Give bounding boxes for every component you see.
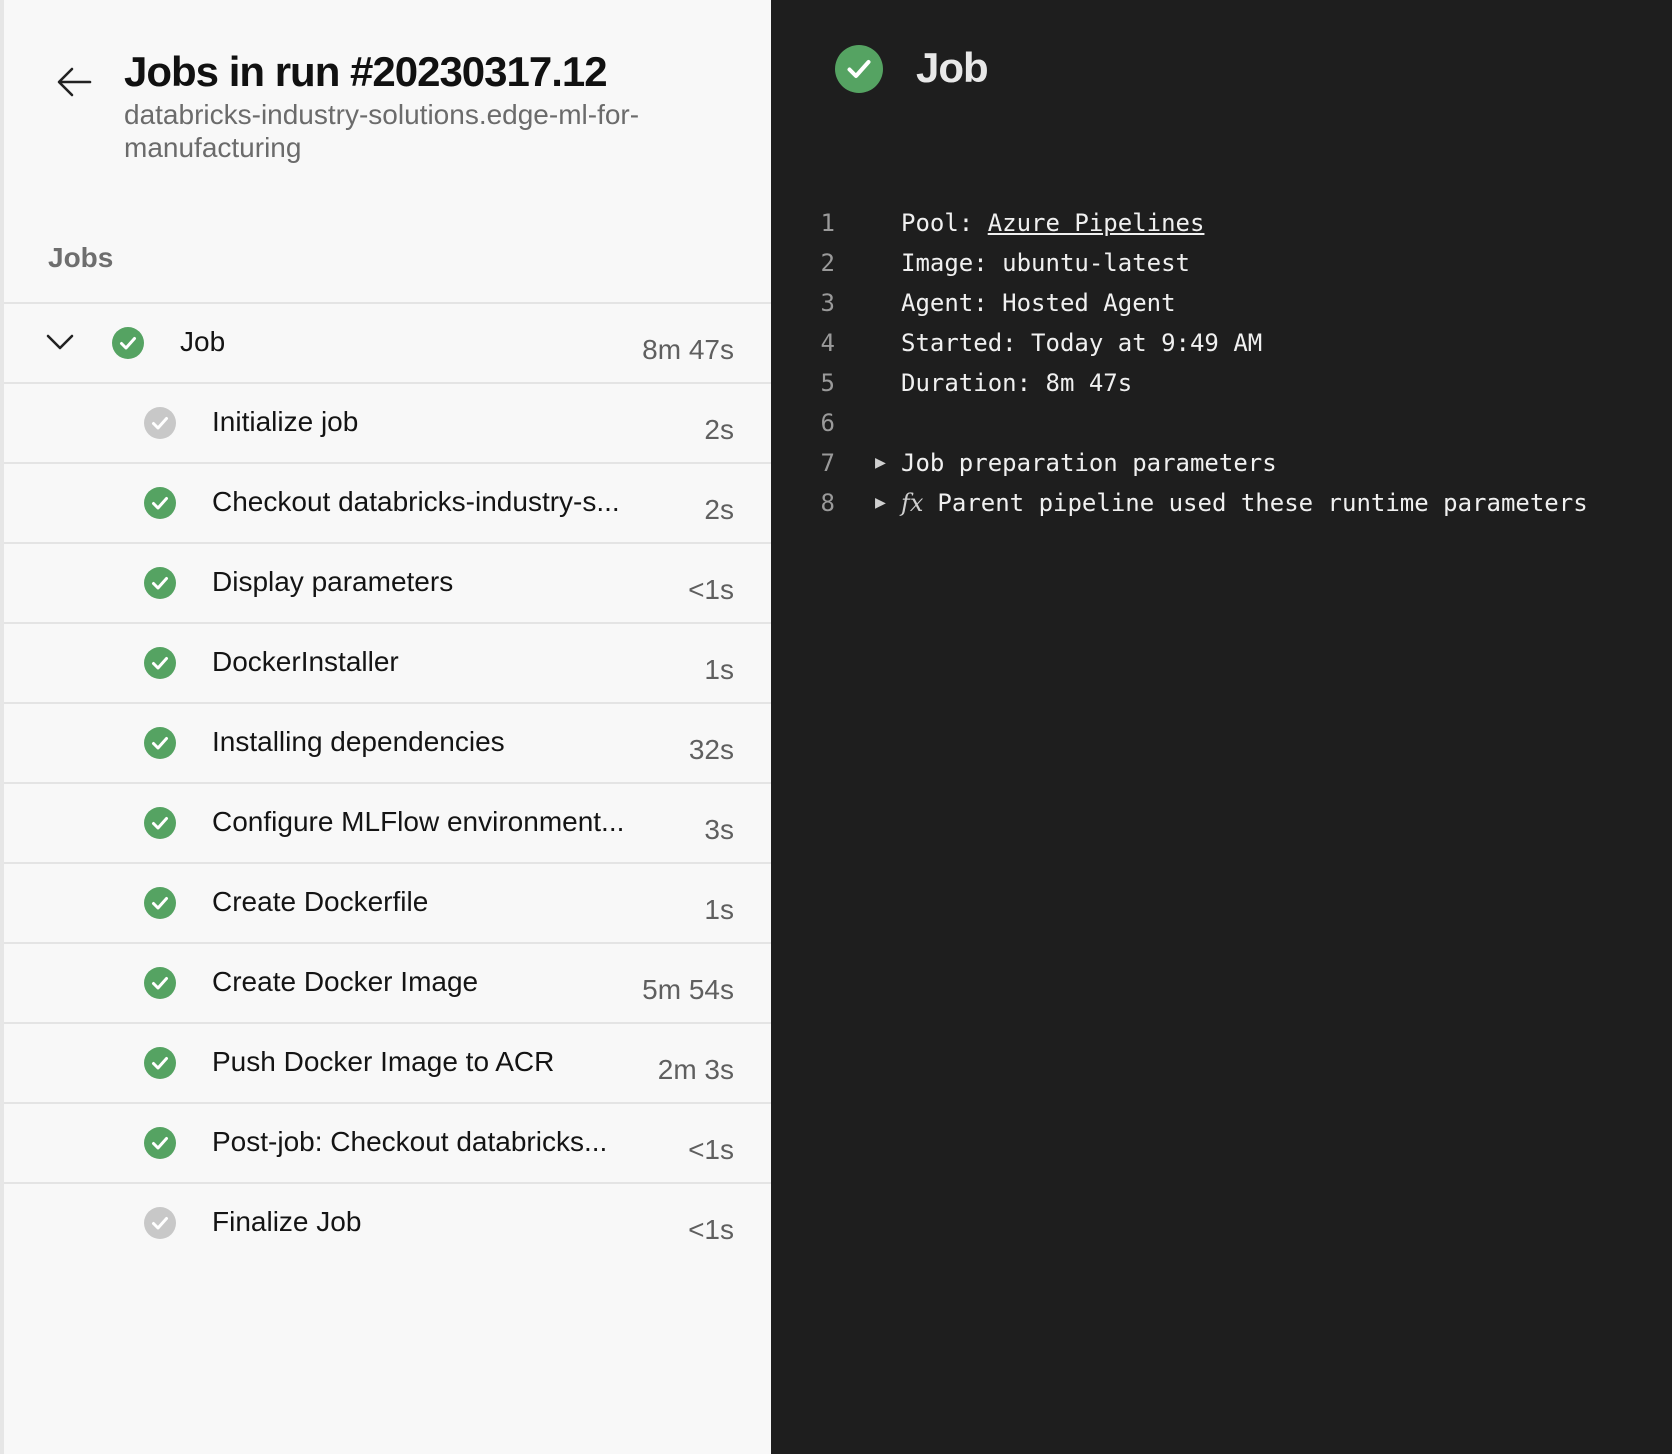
step-duration: 5m 54s	[642, 974, 734, 1005]
line-number: 2	[820, 249, 835, 277]
step-row[interactable]: Push Docker Image to ACR 2m 3s	[4, 1022, 771, 1102]
step-duration: 32s	[688, 734, 734, 765]
step-duration: 1s	[704, 894, 734, 925]
log-line[interactable]: 8 ▶ fx Parent pipeline used these runtime p…	[771, 483, 1672, 523]
step-row[interactable]: Installing dependencies 32s	[4, 702, 771, 782]
step-duration: <1s	[688, 574, 734, 605]
pipeline-name: databricks-industry-solutions.edge-ml-fo…	[124, 99, 640, 163]
back-button[interactable]	[54, 62, 94, 102]
step-label: Push Docker Image to ACR	[212, 1046, 555, 1077]
step-duration: 1s	[704, 654, 734, 685]
step-duration: <1s	[688, 1134, 734, 1165]
step-label: Create Dockerfile	[212, 886, 429, 917]
log-output: 1 Pool: Azure Pipelines 2 Image: ubuntu-lat…	[771, 203, 1672, 523]
jobs-panel: Jobs in run #20230317.12 databricks-indu…	[0, 0, 771, 1454]
log-text: Started: Today at 9:49 AM	[901, 323, 1262, 363]
step-row[interactable]: Post-job: Checkout databricks... <1s	[4, 1102, 771, 1182]
triangle-right-icon[interactable]: ▶	[875, 443, 886, 483]
check-circle-gray-icon	[144, 407, 176, 439]
job-row[interactable]: Job 8m 47s	[4, 302, 771, 382]
check-circle-icon	[144, 807, 176, 839]
log-text: Image: ubuntu-latest	[901, 243, 1190, 283]
fx-icon: fx	[901, 489, 924, 517]
step-label: Checkout databricks-industry-s...	[212, 486, 620, 517]
log-line: 1 Pool: Azure Pipelines	[771, 203, 1672, 243]
step-row[interactable]: Initialize job 2s	[4, 382, 771, 462]
check-circle-icon	[144, 887, 176, 919]
step-label: Installing dependencies	[212, 726, 505, 757]
log-content: Duration: 8m 47s	[901, 369, 1133, 397]
step-row[interactable]: DockerInstaller 1s	[4, 622, 771, 702]
page-title: Jobs in run #20230317.12	[124, 48, 608, 95]
detail-title: Job	[916, 44, 989, 91]
step-label: Finalize Job	[212, 1206, 362, 1237]
step-label: Configure MLFlow environment...	[212, 806, 625, 837]
step-duration: 2s	[704, 494, 734, 525]
check-circle-icon	[144, 1047, 176, 1079]
check-circle-icon	[112, 327, 144, 359]
line-number: 4	[820, 329, 835, 357]
check-circle-icon	[144, 1127, 176, 1159]
arrow-left-icon	[57, 67, 92, 97]
check-circle-icon	[144, 487, 176, 519]
step-row[interactable]: Create Dockerfile 1s	[4, 862, 771, 942]
check-circle-icon	[144, 967, 176, 999]
step-label: Create Docker Image	[212, 966, 479, 997]
line-number: 6	[820, 409, 835, 437]
line-number: 5	[820, 369, 835, 397]
log-line: 5 Duration: 8m 47s	[771, 363, 1672, 403]
log-text: fx Parent pipeline used these runtime par…	[901, 483, 1588, 523]
step-row[interactable]: Finalize Job <1s	[4, 1182, 771, 1262]
jobs-section-label: Jobs	[48, 242, 114, 273]
step-row[interactable]: Create Docker Image 5m 54s	[4, 942, 771, 1022]
log-text: Duration: 8m 47s	[901, 363, 1132, 403]
log-content: Parent pipeline used these runtime param…	[937, 489, 1588, 517]
log-line: 6	[771, 403, 1672, 443]
step-row[interactable]: Configure MLFlow environment... 3s	[4, 782, 771, 862]
check-circle-icon	[144, 647, 176, 679]
step-row[interactable]: Checkout databricks-industry-s... 2s	[4, 462, 771, 542]
log-text: Pool: Azure Pipelines	[901, 203, 1204, 243]
line-number: 3	[820, 289, 835, 317]
log-content: Image: ubuntu-latest	[901, 249, 1190, 277]
chevron-down-icon[interactable]	[44, 326, 76, 358]
jobs-list: Job 8m 47s Initialize job 2s Checkout dat…	[4, 302, 771, 1262]
line-number: 8	[820, 489, 835, 517]
line-number: 1	[820, 209, 835, 237]
step-label: Initialize job	[212, 406, 359, 437]
pool-link[interactable]: Azure Pipelines	[988, 209, 1205, 237]
step-label: DockerInstaller	[212, 646, 399, 677]
check-circle-icon	[144, 567, 176, 599]
step-duration: 2s	[704, 414, 734, 445]
log-prefix: Pool:	[901, 209, 988, 237]
log-content: Agent: Hosted Agent	[901, 289, 1176, 317]
step-duration: 2m 3s	[657, 1054, 734, 1085]
log-text: Agent: Hosted Agent	[901, 283, 1176, 323]
step-duration: 3s	[704, 814, 734, 845]
job-name: Job	[180, 326, 226, 357]
check-circle-icon	[835, 45, 883, 93]
log-line: 2 Image: ubuntu-latest	[771, 243, 1672, 283]
line-number: 7	[820, 449, 835, 477]
log-line: 4 Started: Today at 9:49 AM	[771, 323, 1672, 363]
job-detail-panel: Job 1 Pool: Azure Pipelines 2 Image: ubuntu…	[771, 0, 1672, 1454]
step-duration: <1s	[688, 1214, 734, 1245]
triangle-right-icon[interactable]: ▶	[875, 483, 886, 523]
step-label: Display parameters	[212, 566, 454, 597]
step-row[interactable]: Display parameters <1s	[4, 542, 771, 622]
job-duration: 8m 47s	[642, 334, 734, 365]
log-content: Job preparation parameters	[901, 449, 1277, 477]
log-content: Started: Today at 9:49 AM	[901, 329, 1263, 357]
log-line: 3 Agent: Hosted Agent	[771, 283, 1672, 323]
step-label: Post-job: Checkout databricks...	[212, 1126, 608, 1157]
check-circle-gray-icon	[144, 1207, 176, 1239]
check-circle-icon	[144, 727, 176, 759]
log-line[interactable]: 7 ▶ Job preparation parameters	[771, 443, 1672, 483]
log-text: Job preparation parameters	[901, 443, 1277, 483]
